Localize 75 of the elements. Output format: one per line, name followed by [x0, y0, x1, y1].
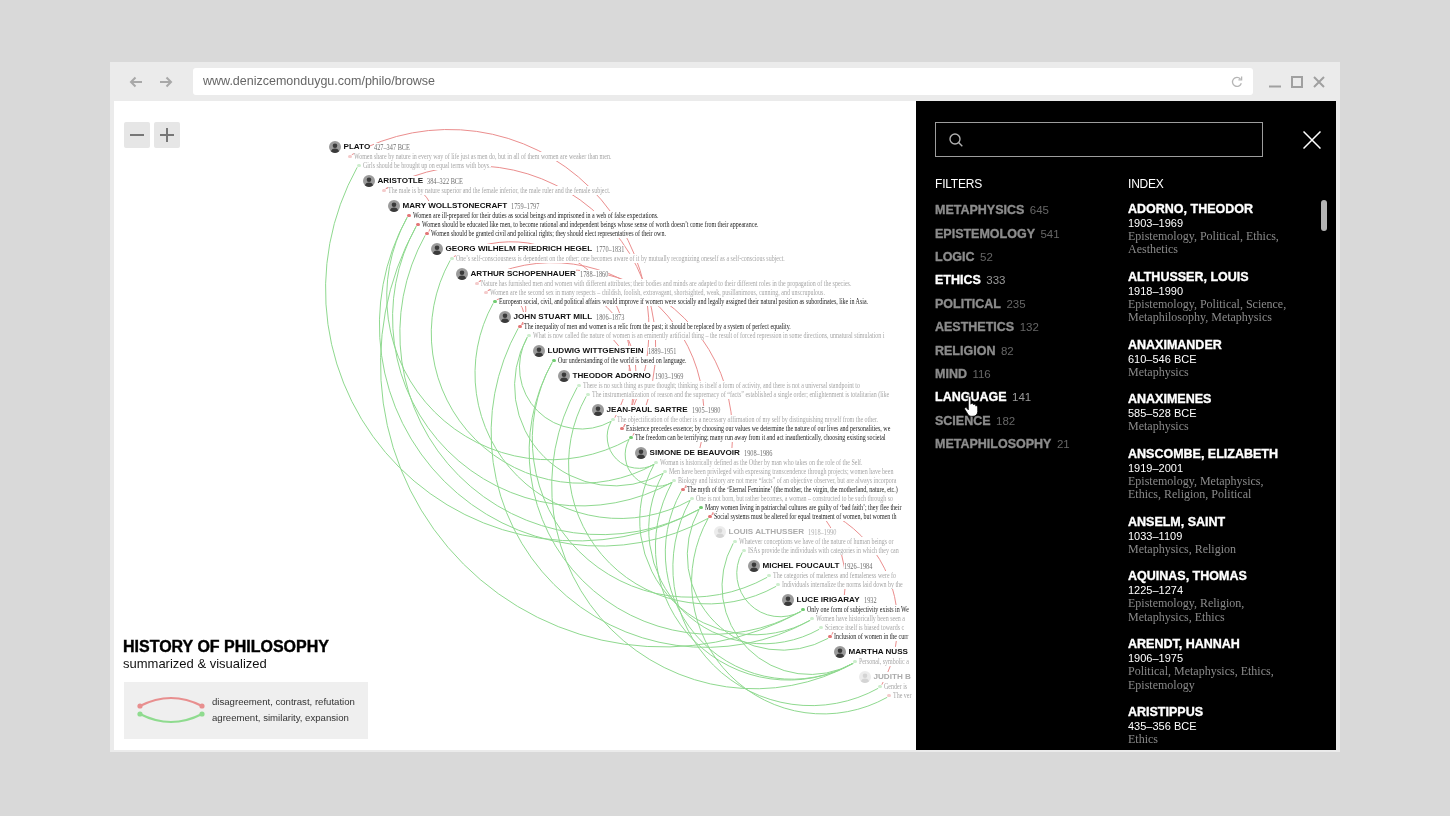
- index-entry-dates: 1225–1274: [1128, 584, 1184, 597]
- index-entry-dates: 585–528 BCE: [1128, 407, 1197, 420]
- filter-item[interactable]: AESTHETICS 132: [935, 314, 1039, 338]
- thinker-name[interactable]: LUCE IRIGARAY: [796, 595, 860, 605]
- index-entry-topics: Epistemology, Political, Science, Metaphilosophy, Metaphysics: [1128, 297, 1288, 325]
- thinker-name[interactable]: GEORG WILHELM FRIEDRICH HEGEL: [445, 244, 593, 254]
- index-entry-topics: Political, Metaphysics, Ethics, Epistemology: [1128, 665, 1275, 692]
- index-entry-topics: Metaphysics: [1128, 365, 1189, 379]
- filter-item[interactable]: MIND 116: [935, 361, 991, 385]
- search-icon: [949, 132, 963, 147]
- index-entry-topics: Epistemology, Political, Ethics, Aesthetics: [1128, 229, 1280, 257]
- url-text: www.denizcemonduygu.com/philo/browse: [203, 73, 436, 91]
- address-bar[interactable]: www.denizcemonduygu.com/philo/browse: [193, 68, 1253, 95]
- filter-item[interactable]: METAPHYSICS 645: [935, 197, 1049, 221]
- index-entry-topics: Metaphysics: [1128, 420, 1189, 434]
- filter-item[interactable]: RELIGION 82: [935, 337, 1014, 362]
- index-entry-dates: 610–546 BCE: [1128, 352, 1197, 366]
- index-entry-name[interactable]: ALTHUSSER, LOUIS: [1128, 269, 1249, 285]
- index-entry-name[interactable]: ARENDT, HANNAH: [1128, 637, 1240, 652]
- filter-item[interactable]: METAPHILOSOPHY 21: [935, 431, 1070, 455]
- zoom-in-button[interactable]: [154, 122, 180, 148]
- thinker-name[interactable]: MARY WOLLSTONECRAFT: [402, 201, 508, 211]
- thinker-name[interactable]: JOHN STUART MILL: [513, 312, 593, 322]
- thinker-name[interactable]: MARTHA NUSS: [848, 647, 908, 657]
- thinker-name[interactable]: THEODOR ADORNO: [572, 371, 651, 381]
- index-entry-dates: 1903–1969: [1128, 216, 1184, 230]
- close-button[interactable]: [1303, 130, 1321, 149]
- filter-item[interactable]: POLITICAL 235: [935, 290, 1026, 315]
- filter-item[interactable]: SCIENCE 182: [935, 407, 1016, 432]
- index-entry-name[interactable]: ANAXIMANDER: [1128, 337, 1222, 353]
- index-entry-name[interactable]: AQUINAS, THOMAS: [1128, 569, 1247, 584]
- back-icon[interactable]: [129, 75, 143, 88]
- index-entry-topics: Metaphysics, Religion: [1128, 542, 1236, 556]
- legend-arc-icon: [137, 695, 205, 709]
- index-entry-dates: 1919–2001: [1128, 461, 1184, 475]
- close-icon[interactable]: [1313, 75, 1325, 88]
- legend-label: disagreement, contrast, refutation: [212, 694, 355, 709]
- legend-label: agreement, similarity, expansion: [212, 710, 349, 725]
- filters-heading: FILTERS: [935, 176, 983, 192]
- minus-icon: [130, 134, 144, 136]
- filter-item[interactable]: ETHICS 333: [935, 267, 1006, 291]
- index-entry-dates: 1033–1109: [1128, 529, 1183, 543]
- index-entry-dates: 1906–1975: [1128, 652, 1184, 665]
- index-entry-topics: Epistemology, Metaphysics, Ethics, Religion, Political: [1128, 474, 1265, 502]
- app-subtitle: summarized & visualized: [123, 656, 268, 672]
- scrollbar-thumb[interactable]: [1321, 200, 1327, 231]
- thinker-name[interactable]: JEAN-PAUL SARTRE: [606, 405, 688, 415]
- index-entry-name[interactable]: ARISTIPPUS: [1128, 705, 1203, 720]
- thinker-name[interactable]: MICHEL FOUCAULT: [762, 561, 840, 571]
- filter-item[interactable]: LOGIC 52: [935, 244, 993, 268]
- filter-item[interactable]: EPISTEMOLOGY 541: [935, 220, 1060, 245]
- thinker-name[interactable]: ARTHUR SCHOPENHAUER: [470, 269, 576, 279]
- maximize-icon[interactable]: [1291, 75, 1303, 88]
- zoom-out-button[interactable]: [124, 122, 150, 148]
- index-entry-dates: 1918–1990: [1128, 284, 1184, 298]
- app-title: HISTORY OF PHILOSOPHY: [123, 638, 330, 656]
- refresh-icon[interactable]: [1231, 75, 1243, 88]
- index-heading: INDEX: [1128, 176, 1164, 192]
- legend-arc-icon: [137, 711, 205, 725]
- index-entry-name[interactable]: ANSCOMBE, ELIZABETH: [1128, 446, 1278, 462]
- index-entry-name[interactable]: ANAXIMENES: [1128, 392, 1212, 407]
- index-entry-name[interactable]: ADORNO, THEODOR: [1128, 201, 1253, 217]
- close-icon: [1303, 130, 1321, 149]
- index-entry-topics: Epistemology, Religion, Metaphysics, Ethics: [1128, 597, 1246, 624]
- index-entry-dates: 435–356 BCE: [1128, 720, 1197, 733]
- thinker-name[interactable]: LUDWIG WITTGENSTEIN: [547, 346, 644, 356]
- filter-item[interactable]: LANGUAGE 141: [935, 384, 1032, 408]
- search-field[interactable]: [935, 122, 1263, 157]
- plus-icon: [160, 128, 174, 142]
- thinker-name[interactable]: PLATO: [343, 142, 371, 152]
- index-entry-name[interactable]: ANSELM, SAINT: [1128, 514, 1226, 530]
- thinker-name[interactable]: SIMONE DE BEAUVOIR: [649, 448, 740, 458]
- index-entry-topics: Ethics: [1128, 733, 1158, 747]
- thinker-name[interactable]: ARISTOTLE: [377, 176, 424, 186]
- forward-icon[interactable]: [159, 75, 173, 88]
